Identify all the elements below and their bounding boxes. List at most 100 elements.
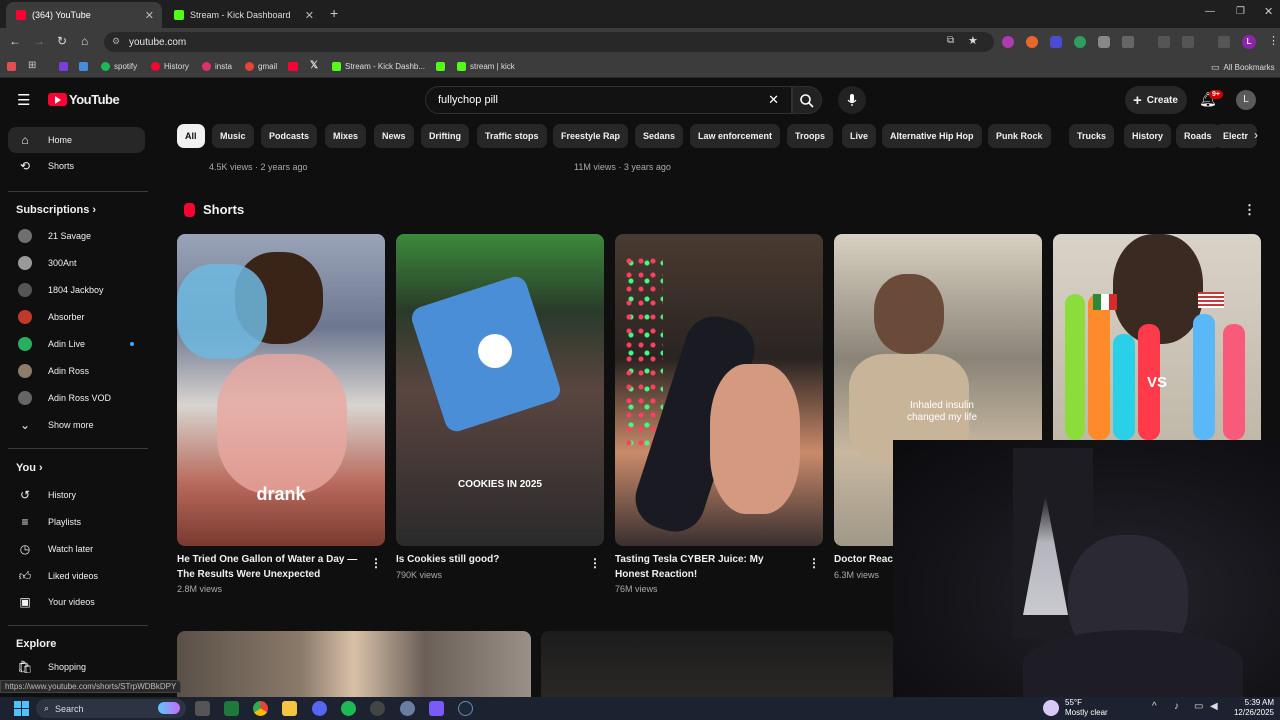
video-thumbnail[interactable] bbox=[177, 631, 531, 697]
sidebar-item-1804-jackboy[interactable]: 1804 Jackboy bbox=[8, 277, 145, 303]
reload-icon[interactable]: ↻ bbox=[57, 34, 67, 48]
sidebar-show-more[interactable]: ⌄ Show more bbox=[8, 412, 145, 438]
chip-freestyle-rap[interactable]: Freestyle Rap bbox=[553, 124, 629, 148]
task-view-icon[interactable] bbox=[195, 701, 210, 716]
short-thumbnail[interactable]: drank bbox=[177, 234, 385, 546]
bookmark-spotify[interactable]: spotify bbox=[101, 62, 137, 71]
menu-kebab-icon[interactable]: ⋮ bbox=[1268, 34, 1279, 47]
app-icon[interactable] bbox=[429, 701, 444, 716]
short-options-icon[interactable]: ⋮ bbox=[589, 556, 601, 570]
sidebar-item-your-videos[interactable]: ▣ Your videos bbox=[8, 589, 145, 615]
microphone-tray-icon[interactable]: ♪ bbox=[1174, 701, 1179, 712]
search-button[interactable] bbox=[792, 86, 822, 114]
sidepanel-icon[interactable] bbox=[1158, 36, 1170, 48]
tab-youtube[interactable]: (364) YouTube ✕ bbox=[6, 2, 162, 28]
close-tab-icon[interactable]: ✕ bbox=[145, 9, 154, 22]
hamburger-menu-icon[interactable]: ☰ bbox=[17, 91, 30, 109]
create-button[interactable]: + Create bbox=[1125, 86, 1187, 114]
back-icon[interactable]: ← bbox=[9, 34, 21, 48]
chip-music[interactable]: Music bbox=[212, 124, 254, 148]
nvidia-icon[interactable] bbox=[224, 701, 239, 716]
steam-icon[interactable] bbox=[458, 701, 473, 716]
sidebar-item-shorts[interactable]: ⟲ Shorts bbox=[8, 153, 145, 179]
extension-icon[interactable] bbox=[1098, 36, 1110, 48]
forward-icon[interactable]: → bbox=[33, 34, 45, 48]
sidebar-item-21-savage[interactable]: 21 Savage bbox=[8, 223, 145, 249]
extension-icon[interactable] bbox=[1026, 36, 1038, 48]
extension-icon[interactable] bbox=[1074, 36, 1086, 48]
bookmark-gmail[interactable]: gmail bbox=[245, 62, 277, 71]
taskbar-search[interactable]: ⌕ Search bbox=[36, 699, 186, 718]
short-title[interactable]: Is Cookies still good? bbox=[396, 552, 581, 567]
chip-history[interactable]: History bbox=[1124, 124, 1172, 148]
sidebar-item-watch-later[interactable]: ◷ Watch later bbox=[8, 536, 145, 562]
voice-search-button[interactable] bbox=[838, 86, 866, 114]
discord-icon[interactable] bbox=[312, 701, 327, 716]
close-window-icon[interactable]: ✕ bbox=[1264, 5, 1273, 18]
bookmark-app-icon[interactable] bbox=[7, 62, 16, 71]
bookmark-history[interactable]: History bbox=[151, 62, 189, 71]
sidebar-item-liked-videos[interactable]: 👍︎ Liked videos bbox=[8, 563, 145, 589]
short-options-icon[interactable]: ⋮ bbox=[808, 556, 820, 570]
chip-law-enforcement[interactable]: Law enforcement bbox=[690, 124, 781, 148]
shorts-options-icon[interactable]: ⋮ bbox=[1243, 202, 1256, 218]
weather-widget[interactable]: 55°F Mostly clear bbox=[1065, 698, 1108, 718]
x-icon[interactable]: 𝕏 bbox=[310, 60, 318, 71]
chips-next-arrow-icon[interactable]: › bbox=[1254, 128, 1258, 142]
home-browser-icon[interactable]: ⌂ bbox=[81, 34, 88, 48]
bookmark-kick-dashboard[interactable]: Stream - Kick Dashb... bbox=[332, 62, 425, 71]
volume-icon[interactable]: ◀ bbox=[1210, 701, 1218, 712]
sidebar-item-home[interactable]: ⌂ Home bbox=[8, 127, 145, 153]
chip-live[interactable]: Live bbox=[842, 124, 877, 148]
chip-mixes[interactable]: Mixes bbox=[325, 124, 367, 148]
short-thumbnail[interactable]: VS bbox=[1053, 234, 1261, 440]
extensions-puzzle-icon[interactable] bbox=[1122, 36, 1134, 48]
short-options-icon[interactable]: ⋮ bbox=[370, 556, 382, 570]
bookmark-stream-kick[interactable]: stream | kick bbox=[457, 62, 515, 71]
short-thumbnail[interactable] bbox=[615, 234, 823, 546]
chip-news[interactable]: News bbox=[374, 124, 414, 148]
sidebar-item-history[interactable]: ↺ History bbox=[8, 482, 145, 508]
short-title[interactable]: Tasting Tesla CYBER Juice: My Honest Rea… bbox=[615, 552, 800, 582]
short-title[interactable]: Doctor Reac bbox=[834, 552, 894, 567]
video-thumbnail[interactable] bbox=[541, 631, 893, 697]
close-tab-icon[interactable]: ✕ bbox=[305, 9, 314, 22]
extension-icon[interactable] bbox=[1002, 36, 1014, 48]
obs-icon[interactable] bbox=[370, 701, 385, 716]
short-thumbnail[interactable]: COOKIES IN 2025 bbox=[396, 234, 604, 546]
clear-search-icon[interactable]: ✕ bbox=[768, 92, 779, 108]
sidebar-item-adin-live[interactable]: Adin Live bbox=[8, 331, 145, 357]
minimize-icon[interactable]: — bbox=[1205, 6, 1215, 17]
address-bar[interactable]: ⚙ youtube.com bbox=[104, 32, 994, 52]
file-explorer-icon[interactable] bbox=[282, 701, 297, 716]
search-input[interactable]: fullychop pill ✕ bbox=[425, 86, 792, 114]
cast-icon[interactable]: ⧉ bbox=[947, 35, 954, 46]
sidebar-item-playlists[interactable]: ≡ Playlists bbox=[8, 509, 145, 535]
chip-podcasts[interactable]: Podcasts bbox=[261, 124, 318, 148]
reading-list-icon[interactable] bbox=[1218, 36, 1230, 48]
new-tab-button[interactable]: + bbox=[330, 5, 338, 21]
chip-trucks[interactable]: Trucks bbox=[1069, 124, 1115, 148]
sidebar-item-adin-ross-vod[interactable]: Adin Ross VOD bbox=[8, 385, 145, 411]
short-title[interactable]: He Tried One Gallon of Water a Day — The… bbox=[177, 552, 362, 582]
weather-moon-icon[interactable] bbox=[1043, 700, 1059, 716]
youtube-logo[interactable]: YouTube bbox=[48, 92, 120, 107]
sidebar-item-300ant[interactable]: 300Ant bbox=[8, 250, 145, 276]
sidebar-item-shopping[interactable]: 🛍︎ Shopping bbox=[8, 654, 145, 680]
bookmark-app-icon[interactable] bbox=[59, 62, 68, 71]
subscriptions-heading[interactable]: Subscriptions › bbox=[16, 204, 96, 216]
kick-icon[interactable] bbox=[436, 62, 445, 71]
screenshot-icon[interactable] bbox=[1182, 36, 1194, 48]
sidebar-item-absorber[interactable]: Absorber bbox=[8, 304, 145, 330]
bookmark-app-icon[interactable] bbox=[79, 62, 88, 71]
extension-icon[interactable] bbox=[1050, 36, 1062, 48]
chip-electronic[interactable]: Electr bbox=[1215, 124, 1257, 148]
tab-kick-dashboard[interactable]: Stream - Kick Dashboard ✕ bbox=[164, 2, 322, 28]
maximize-icon[interactable]: ❐ bbox=[1236, 6, 1245, 17]
chrome-icon[interactable] bbox=[253, 701, 268, 716]
chip-drifting[interactable]: Drifting bbox=[421, 124, 469, 148]
bookmark-star-icon[interactable]: ★ bbox=[968, 34, 978, 47]
chip-all[interactable]: All bbox=[177, 124, 205, 148]
chip-traffic-stops[interactable]: Traffic stops bbox=[477, 124, 547, 148]
bookmark-insta[interactable]: insta bbox=[202, 62, 232, 71]
